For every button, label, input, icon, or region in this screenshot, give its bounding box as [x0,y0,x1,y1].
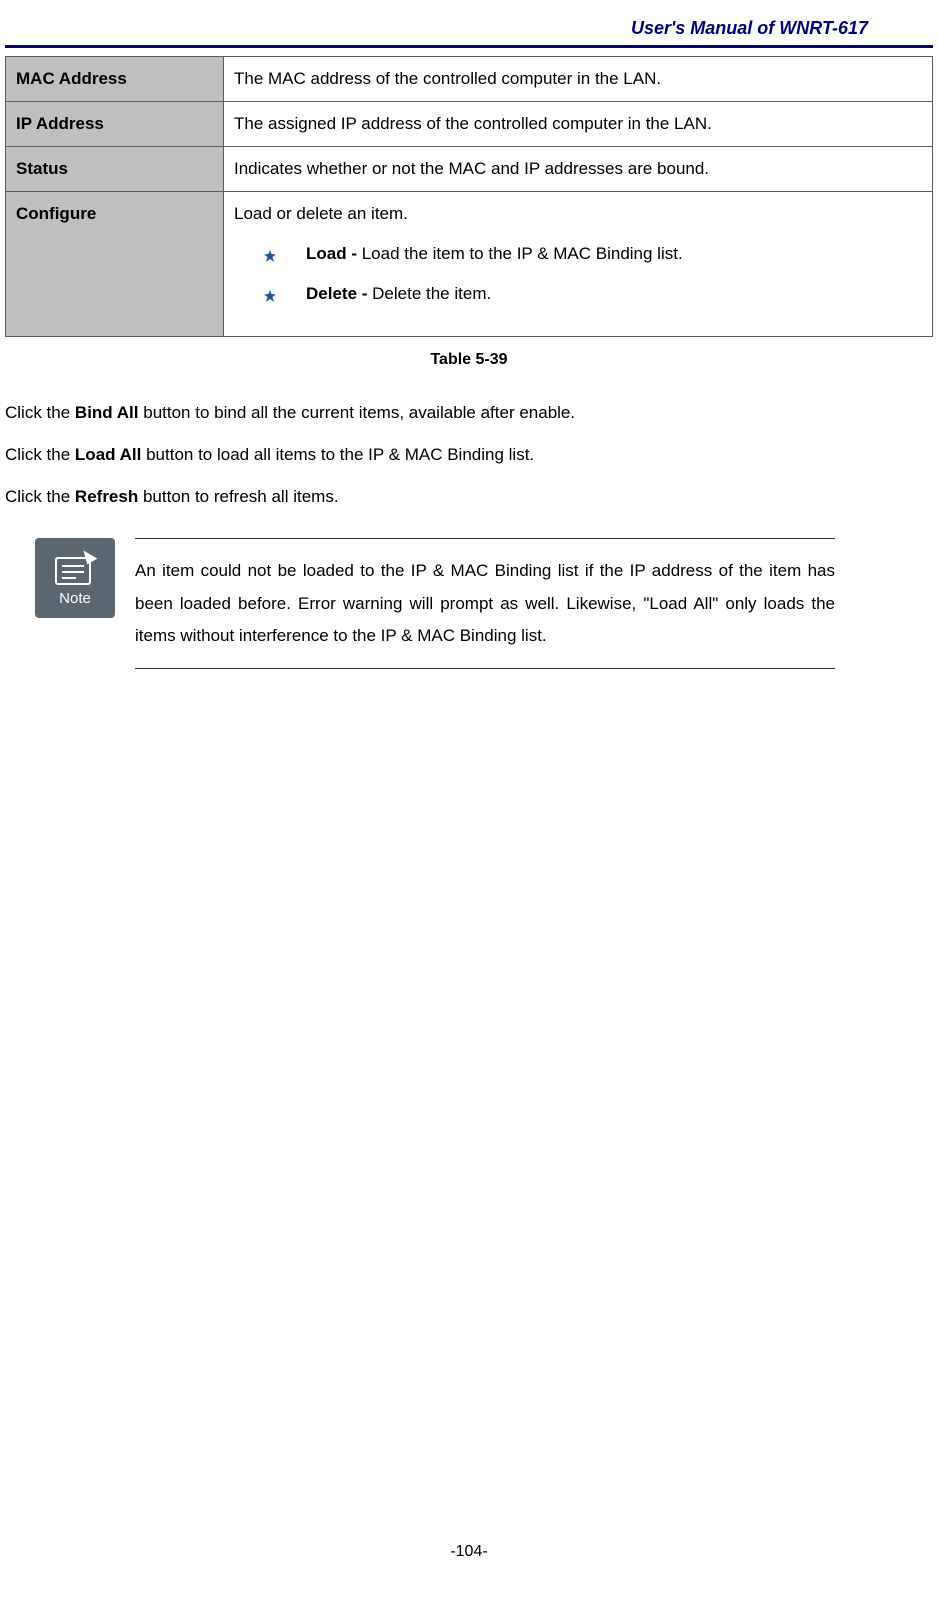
bullet-rest: Delete the item. [372,284,491,303]
bullet-list: Load - Load the item to the IP & MAC Bin… [234,244,922,304]
parameter-table: MAC Address The MAC address of the contr… [5,56,933,337]
paragraph-refresh: Click the Refresh button to refresh all … [5,485,933,509]
param-label: MAC Address [6,57,224,102]
param-desc: The MAC address of the controlled comput… [224,57,933,102]
note-box: Note An item could not be loaded to the … [35,538,835,669]
p1-bold: Bind All [75,403,139,422]
list-item: Load - Load the item to the IP & MAC Bin… [264,244,922,264]
bullet-bold: Delete - [306,284,372,303]
bullet-rest: Load the item to the IP & MAC Binding li… [362,244,683,263]
p1-post: button to bind all the current items, av… [139,403,576,422]
note-drawing-icon [50,550,100,586]
p2-post: button to load all items to the IP & MAC… [141,445,534,464]
param-desc: The assigned IP address of the controlle… [224,102,933,147]
paragraph-load-all: Click the Load All button to load all it… [5,443,933,467]
bullet-text: Load - Load the item to the IP & MAC Bin… [306,244,683,264]
header-divider [5,45,933,48]
table-row: MAC Address The MAC address of the contr… [6,57,933,102]
param-desc: Load or delete an item. Load - Load the … [224,192,933,337]
note-content: An item could not be loaded to the IP & … [135,538,835,669]
bullet-bold: Load - [306,244,362,263]
table-caption: Table 5-39 [5,351,933,369]
configure-desc: Load or delete an item. [234,204,408,223]
table-row: IP Address The assigned IP address of th… [6,102,933,147]
table-row: Configure Load or delete an item. Load -… [6,192,933,337]
param-label: Status [6,147,224,192]
bullet-text: Delete - Delete the item. [306,284,491,304]
page-number: -104- [0,1543,938,1561]
paragraph-bind-all: Click the Bind All button to bind all th… [5,401,933,425]
p2-pre: Click the [5,445,75,464]
bullet-icon [264,287,276,299]
table-row: Status Indicates whether or not the MAC … [6,147,933,192]
note-icon: Note [35,538,115,618]
p2-bold: Load All [75,445,141,464]
bullet-icon [264,247,276,259]
param-label: Configure [6,192,224,337]
param-desc: Indicates whether or not the MAC and IP … [224,147,933,192]
list-item: Delete - Delete the item. [264,284,922,304]
p1-pre: Click the [5,403,75,422]
p3-post: button to refresh all items. [138,487,338,506]
p3-bold: Refresh [75,487,138,506]
note-label: Note [59,590,91,607]
content: MAC Address The MAC address of the contr… [0,56,938,669]
p3-pre: Click the [5,487,75,506]
header-title: User's Manual of WNRT-617 [631,18,868,38]
page-header: User's Manual of WNRT-617 [0,0,938,45]
param-label: IP Address [6,102,224,147]
